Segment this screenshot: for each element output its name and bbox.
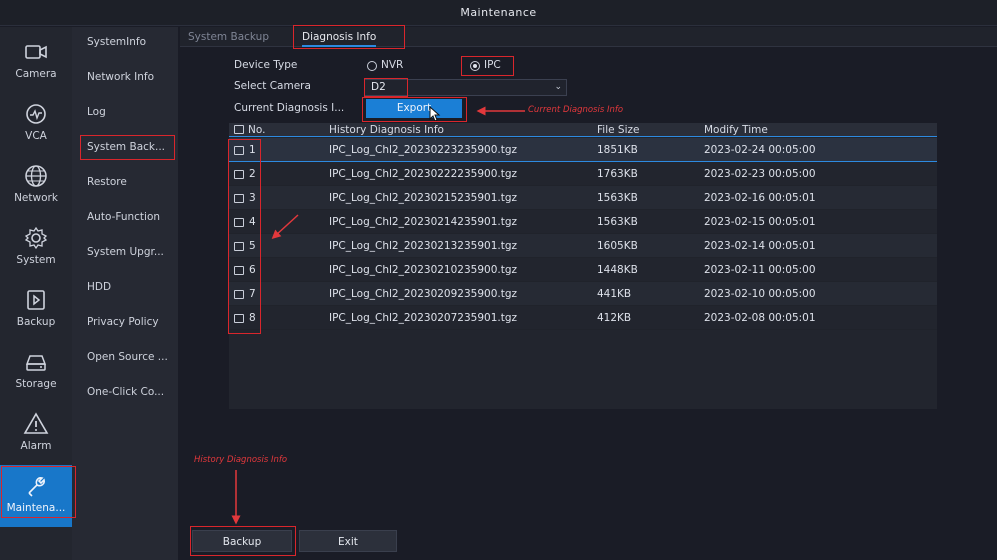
- annotation-history-diagnosis: History Diagnosis Info: [194, 455, 288, 465]
- annotation-current-diagnosis: Current Diagnosis Info: [528, 105, 624, 115]
- annotation-arrows: [231, 106, 525, 525]
- arrow-to-checkboxes-icon: [271, 214, 299, 240]
